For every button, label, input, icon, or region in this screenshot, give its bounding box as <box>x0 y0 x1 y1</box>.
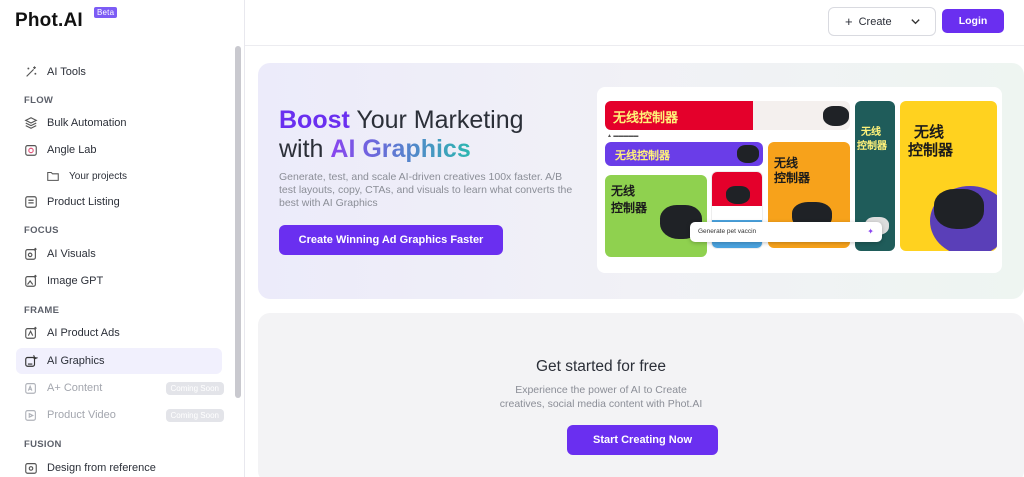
collage-tile-purple: 无线控制器 <box>605 142 763 166</box>
coming-soon-badge: Coming Soon <box>165 408 224 422</box>
brand-name: Phot.AI <box>15 10 83 31</box>
coming-soon-badge: Coming Soon <box>165 381 224 395</box>
sidebar-item-label: AI Product Ads <box>47 327 120 339</box>
sidebar-item-label: A+ Content <box>47 382 103 394</box>
sidebar-item-angle-lab[interactable]: Angle Lab <box>16 137 222 163</box>
video-icon <box>24 408 38 422</box>
hero-title: Boost Your Marketing with AI Graphics <box>279 106 524 164</box>
chevron-down-icon <box>910 16 921 30</box>
section-frame: FRAME <box>24 305 60 316</box>
camera-icon <box>24 143 38 157</box>
collage-headline: 无线控制器 <box>613 111 679 126</box>
sparkle-wand-icon <box>24 65 38 79</box>
hero-banner: Boost Your Marketing with AI Graphics Ge… <box>258 63 1024 299</box>
sidebar-item-product-listing[interactable]: Product Listing <box>16 189 222 215</box>
folder-icon <box>46 169 60 183</box>
sidebar-item-image-gpt[interactable]: Image GPT <box>16 268 222 294</box>
sidebar-item-your-projects[interactable]: Your projects <box>44 163 222 189</box>
sidebar-item-label: AI Visuals <box>47 248 96 260</box>
hero-title-with: with <box>279 135 331 163</box>
collage-caption: ▲ ▬▬▬▬▬ <box>607 133 639 139</box>
controller-image <box>934 189 984 229</box>
start-creating-now-button[interactable]: Start Creating Now <box>567 425 718 455</box>
layers-icon <box>24 116 38 130</box>
sidebar-item-bulk-automation[interactable]: Bulk Automation <box>16 110 222 136</box>
sidebar-item-design-from-reference[interactable]: Design from reference <box>16 455 222 477</box>
sidebar-item-ai-tools[interactable]: AI Tools <box>16 59 222 85</box>
get-started-title: Get started for free <box>535 358 667 375</box>
ai-graphics-icon <box>24 354 38 368</box>
product-ads-icon <box>24 326 38 340</box>
get-started-section: Get started for free Experience the powe… <box>258 313 1024 477</box>
hero-subtitle: Generate, test, and scale AI-driven crea… <box>279 171 573 209</box>
image-gpt-icon <box>24 274 38 288</box>
create-label: Create <box>858 15 892 28</box>
sidebar-item-label: Product Video <box>47 409 116 421</box>
collage-headline: 无线控制器 <box>615 149 670 162</box>
sidebar: Phot.AI Beta AI Tools FLOW Bulk Automati… <box>0 0 245 477</box>
section-flow: FLOW <box>24 95 54 106</box>
section-fusion: FUSION <box>24 439 62 450</box>
controller-image <box>737 145 759 163</box>
a-plus-icon <box>24 381 38 395</box>
section-focus: FOCUS <box>24 225 59 236</box>
collage-tile-yellow: 无线 控制器 <box>900 101 997 251</box>
reference-icon <box>24 461 38 475</box>
generate-prompt-field: Generate pet vaccin ✦ <box>690 222 882 242</box>
sidebar-item-label: AI Graphics <box>47 355 105 367</box>
sidebar-item-label: Your projects <box>69 170 127 182</box>
plus-icon: + <box>845 14 853 29</box>
hero-title-graphics: AI Graphics <box>330 135 471 163</box>
controller-image <box>823 106 849 126</box>
ad-graphics-collage: 无线控制器 ▲ ▬▬▬▬▬ 无线控制器 无线 控制器 无线 控制器 无线 控制器… <box>597 87 1002 273</box>
create-winning-ad-graphics-button[interactable]: Create Winning Ad Graphics Faster <box>279 225 503 255</box>
hero-title-boost: Boost <box>279 106 350 134</box>
collage-headline-2: 控制器 <box>857 141 887 152</box>
brand-logo[interactable]: Phot.AI Beta <box>15 7 118 32</box>
listing-icon <box>24 195 38 209</box>
sidebar-item-label: Design from reference <box>47 462 156 474</box>
visuals-icon <box>24 247 38 261</box>
collage-headline-2: 控制器 <box>774 171 811 185</box>
collage-headline: 无线 <box>611 184 636 198</box>
create-dropdown-button[interactable]: + Create <box>828 7 936 36</box>
get-started-subtitle: Experience the power of AI to Create cre… <box>258 383 944 411</box>
get-started-subtitle-line1: Experience the power of AI to Create <box>515 384 687 396</box>
sidebar-item-ai-graphics[interactable]: AI Graphics <box>16 348 222 374</box>
sidebar-item-label: Product Listing <box>47 196 120 208</box>
controller-image <box>726 186 750 204</box>
sparkle-icon: ✦ <box>867 227 874 236</box>
beta-badge: Beta <box>94 7 118 18</box>
sidebar-scrollbar[interactable] <box>235 46 241 398</box>
collage-headline-2: 控制器 <box>908 141 954 159</box>
sidebar-item-ai-visuals[interactable]: AI Visuals <box>16 241 222 267</box>
sidebar-item-label: Angle Lab <box>47 144 97 156</box>
prompt-text: Generate pet vaccin <box>698 228 757 235</box>
collage-tile-green: 无线 控制器 <box>605 175 707 257</box>
sidebar-item-product-video: Product Video Coming Soon <box>16 402 224 428</box>
sidebar-item-label: AI Tools <box>47 66 86 78</box>
top-bar: + Create Login <box>245 0 1024 46</box>
get-started-subtitle-line2: creatives, social media content with Pho… <box>499 398 703 410</box>
login-button[interactable]: Login <box>942 9 1004 33</box>
sidebar-item-label: Image GPT <box>47 275 104 287</box>
sidebar-item-a-plus-content: A+ Content Coming Soon <box>16 375 224 401</box>
sidebar-item-label: Bulk Automation <box>47 117 127 129</box>
hero-title-rest: Your Marketing <box>349 106 524 134</box>
collage-headline: 无线 <box>861 127 881 138</box>
collage-headline-2: 控制器 <box>611 201 648 215</box>
collage-tile-landscape: 无线控制器 <box>605 101 850 130</box>
sidebar-item-ai-product-ads[interactable]: AI Product Ads <box>16 320 222 346</box>
